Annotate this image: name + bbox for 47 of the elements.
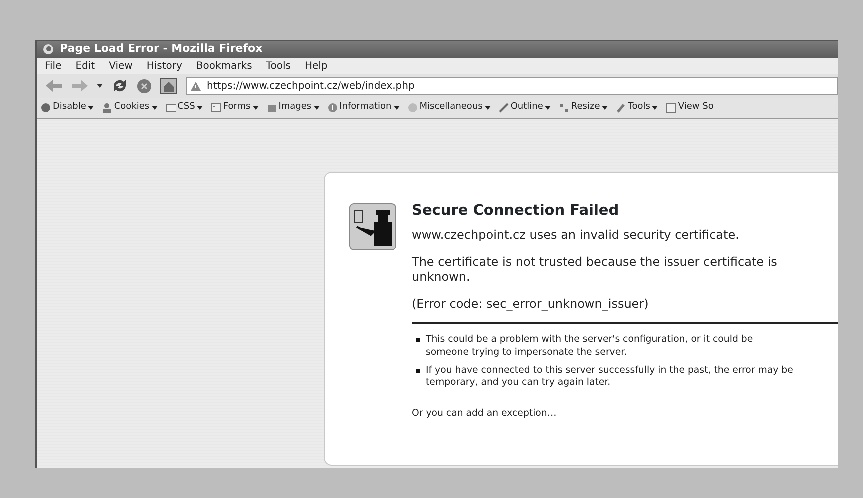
officer-icon bbox=[349, 203, 397, 251]
toolbar-icon bbox=[616, 103, 626, 113]
menu-item[interactable]: View bbox=[109, 58, 133, 74]
toolbar-icon bbox=[266, 103, 277, 113]
menu-item[interactable]: Bookmarks bbox=[196, 58, 252, 74]
toolbar-menu[interactable]: Outline bbox=[498, 101, 552, 115]
window-title: Page Load Error - Mozilla Firefox bbox=[60, 41, 263, 58]
toolbar-menu[interactable]: Miscellaneous bbox=[408, 101, 491, 115]
firefox-icon bbox=[43, 44, 54, 55]
error-title: Secure Connection Failed bbox=[412, 203, 620, 220]
bullet-icon bbox=[416, 338, 420, 342]
toolbar-menu[interactable]: View So bbox=[666, 101, 714, 115]
toolbar-icon bbox=[666, 103, 676, 113]
error-message: www.czechpoint.cz uses an invalid security certificate. bbox=[412, 228, 740, 244]
toolbar-icon bbox=[328, 103, 338, 113]
add-exception-link[interactable]: Or you can add an exception… bbox=[412, 408, 557, 420]
menu-item[interactable]: Help bbox=[304, 58, 328, 74]
toolbar-menu[interactable]: Information bbox=[328, 101, 400, 115]
reason-text: This could be a problem with the server's configuration, or it could be someone trying to impersonate the server. bbox=[426, 334, 754, 359]
error-code: (Error code: sec_error_unknown_issuer) bbox=[412, 297, 650, 312]
toolbar-menu[interactable]: Images bbox=[266, 101, 320, 115]
menu-item[interactable]: Edit bbox=[76, 58, 96, 74]
toolbar-icon bbox=[211, 103, 222, 113]
toolbar-icon bbox=[559, 103, 570, 113]
toolbar-icon bbox=[166, 103, 176, 113]
toolbar-menu[interactable]: CSS bbox=[166, 101, 204, 115]
bullet-icon bbox=[416, 368, 420, 373]
stop-icon[interactable] bbox=[137, 78, 152, 94]
address-field[interactable]: https://www.czechpoint.cz/web/index.php bbox=[186, 77, 838, 95]
toolbar-icon bbox=[408, 103, 418, 113]
menu-item[interactable]: File bbox=[45, 58, 62, 74]
toolbar-menu[interactable]: Disable bbox=[41, 101, 94, 115]
toolbar-menu[interactable]: Resize bbox=[559, 101, 608, 115]
toolbar-icon bbox=[102, 103, 112, 113]
toolbar-menu[interactable]: Forms bbox=[211, 101, 259, 115]
url-text: https://www.czechpoint.cz/web/index.php bbox=[207, 80, 415, 94]
menu-item[interactable]: Tools bbox=[266, 58, 291, 74]
warning-icon bbox=[191, 82, 201, 90]
error-detail: The certificate is not trusted because the issuer certificate is unknown. bbox=[412, 255, 778, 286]
toolbar-icon bbox=[498, 103, 509, 113]
caret-icon[interactable] bbox=[97, 84, 103, 88]
toolbar-icon bbox=[41, 103, 51, 113]
menu-item[interactable]: History bbox=[146, 58, 182, 74]
home-icon[interactable] bbox=[160, 78, 178, 94]
toolbar-menu[interactable]: Cookies bbox=[102, 101, 158, 115]
reason-text: If you have connected to this server successfully in the past, the error may be temporary, and you can try again later. bbox=[426, 364, 794, 390]
toolbar-menu[interactable]: Tools bbox=[616, 101, 658, 115]
